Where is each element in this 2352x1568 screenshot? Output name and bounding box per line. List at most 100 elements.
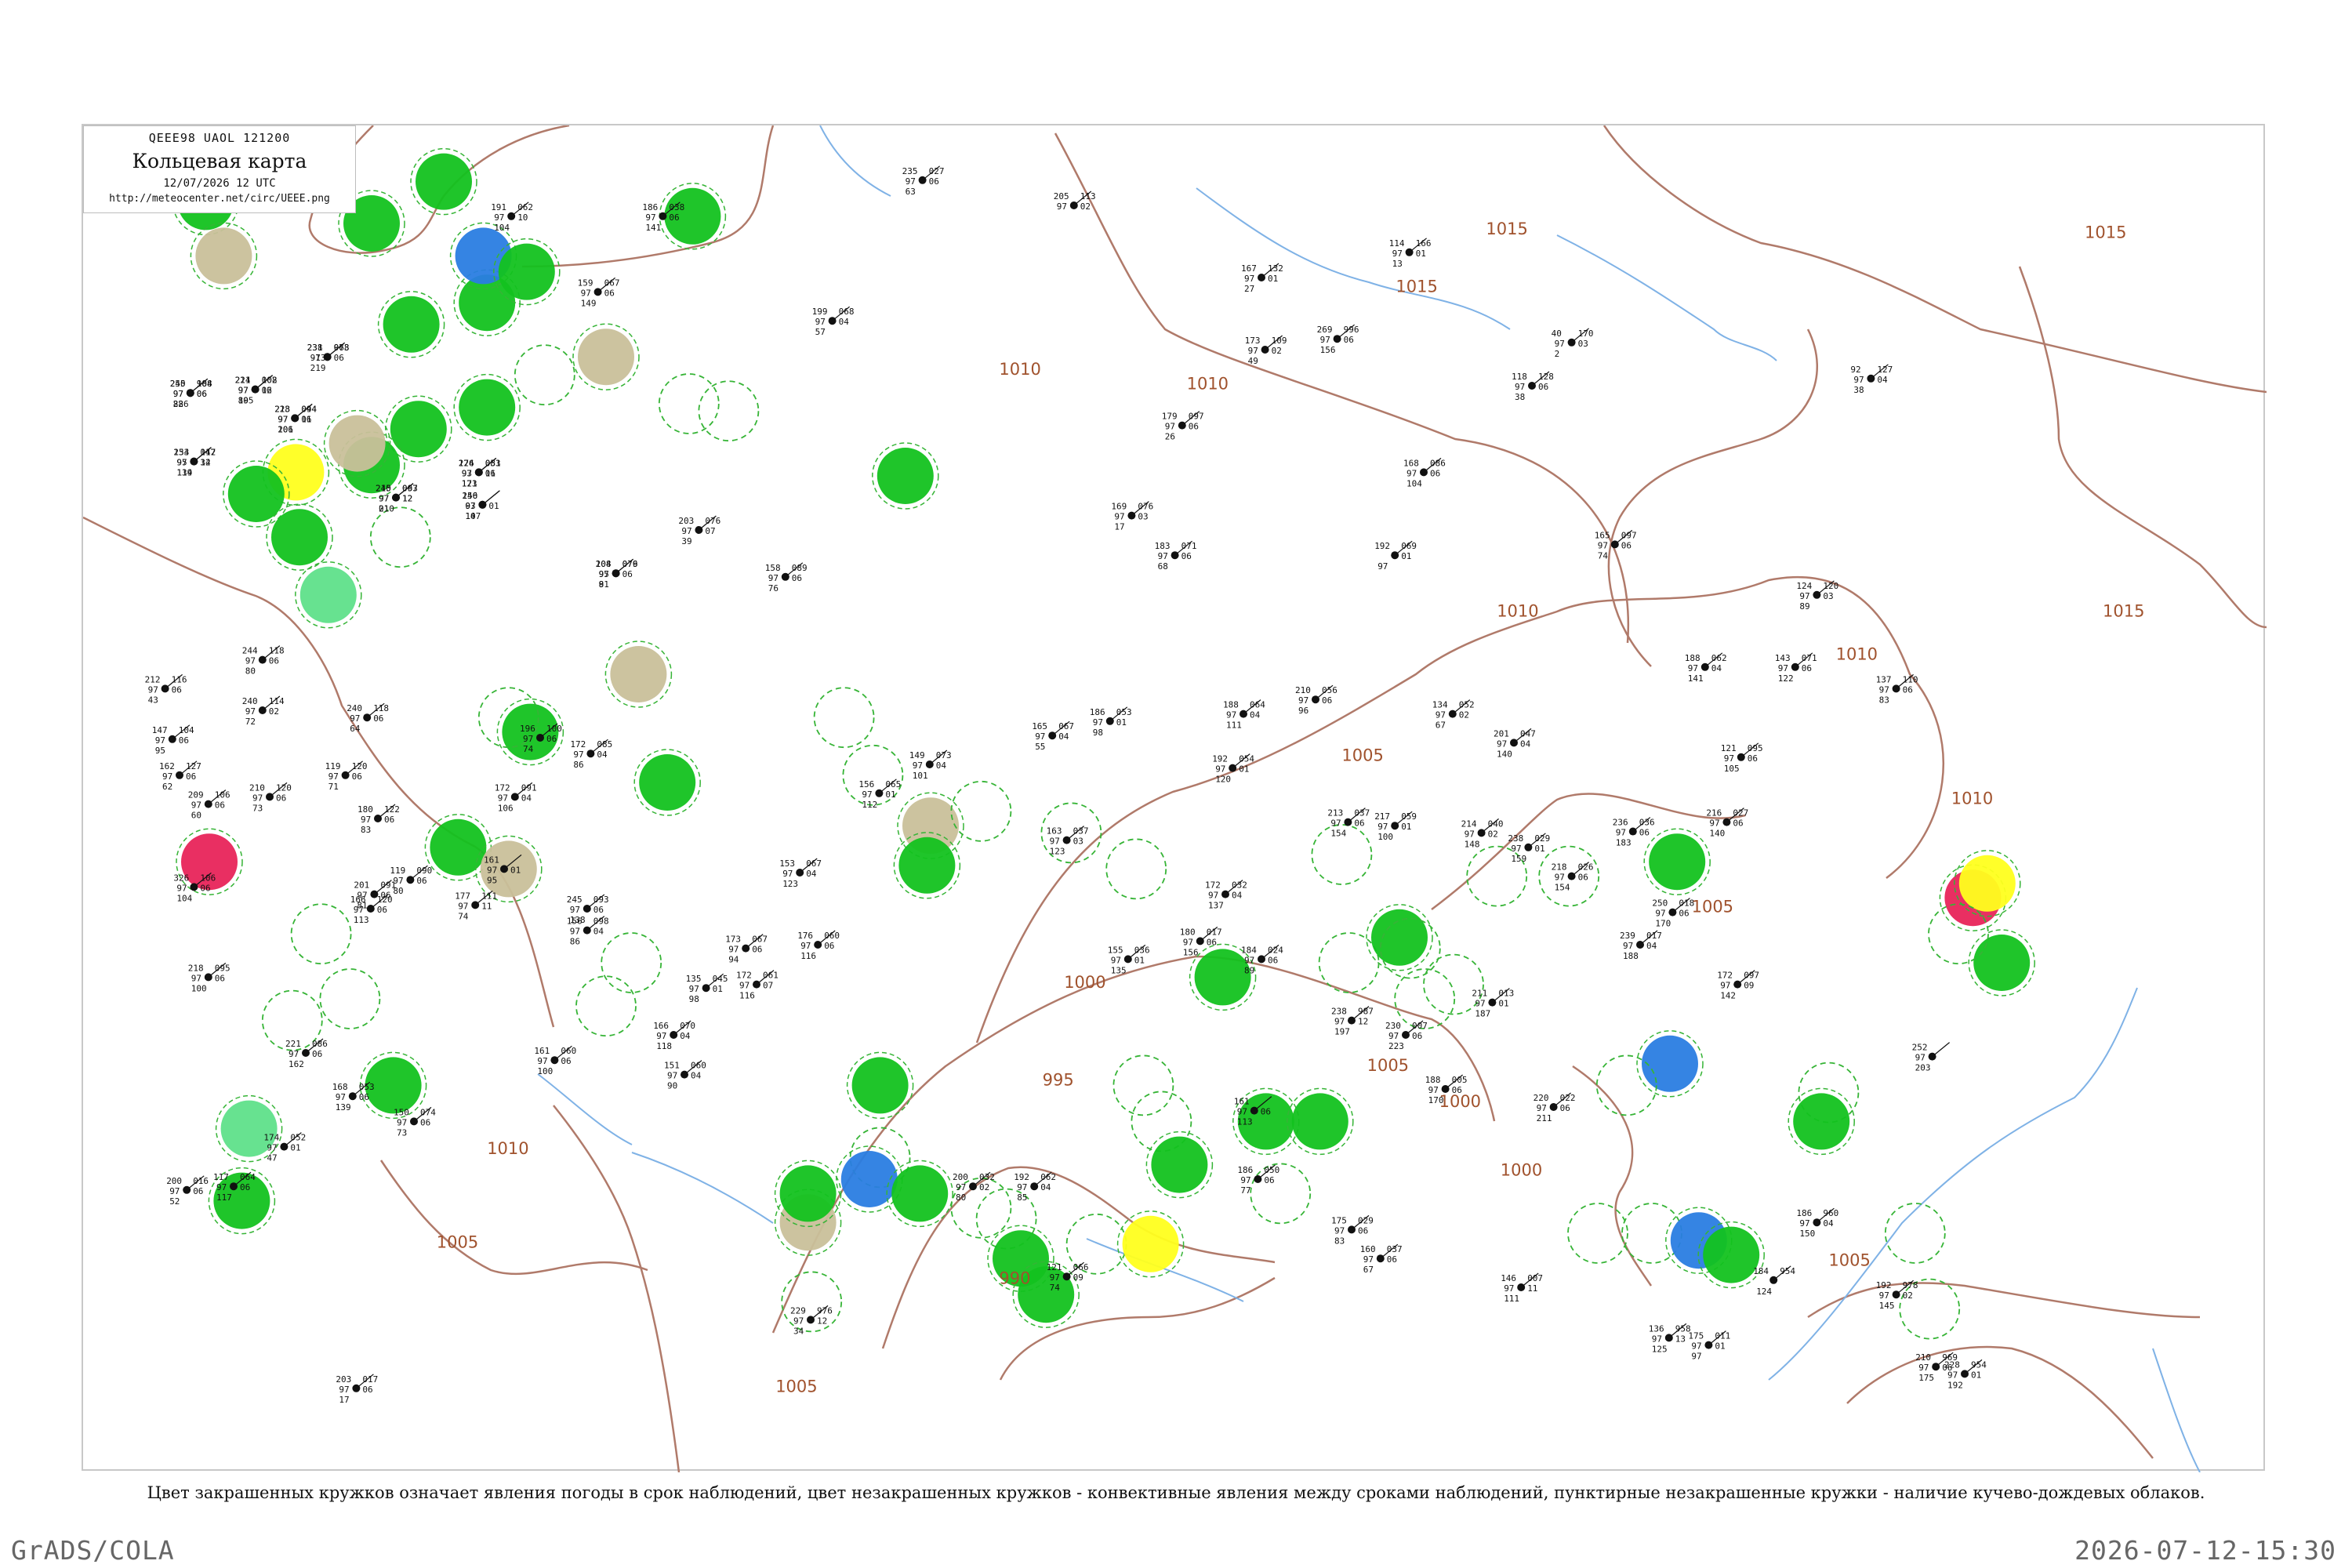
station-temp: 200 (166, 1176, 182, 1186)
station-visibility: 117 (216, 1192, 232, 1203)
legend-caption: Цвет закрашенных кружков означает явлени… (147, 1483, 2205, 1502)
station-tendency: 06 (334, 353, 344, 363)
station-plot: 218 026 97 06 154 (1552, 862, 1593, 893)
station-visibility: 162 (289, 1059, 304, 1069)
station-marker (290, 903, 352, 965)
station-visibility: 95 (155, 746, 165, 756)
station-temp: 165 (1032, 721, 1047, 731)
station-visibility: 90 (667, 1081, 677, 1091)
isobar-label: 1005 (1367, 1056, 1409, 1075)
station-plot: 180 122 97 06 83 (358, 804, 400, 835)
station-code: 97 (1720, 981, 1730, 991)
station-tendency: 06 (1181, 551, 1192, 561)
station-pressure: 037 (1354, 808, 1370, 818)
station-visibility: 64 (350, 724, 361, 734)
station-marker (1567, 1203, 1628, 1264)
station-visibility: 57 (815, 327, 826, 337)
station-visibility: 98 (1093, 728, 1103, 738)
station-pressure: 954 (1971, 1359, 1987, 1370)
station-visibility: 116 (800, 951, 816, 961)
station-pressure: 062 (1040, 1172, 1056, 1182)
station-tendency: 06 (352, 771, 362, 782)
station-pressure: 063 (402, 484, 418, 494)
station-pressure: 120 (1823, 581, 1838, 591)
map-title: Кольцевая карта (132, 150, 307, 172)
station-marker (601, 932, 662, 993)
station-pressure: 091 (521, 782, 537, 793)
station-tendency: 06 (416, 876, 426, 886)
station-temp: 203 (336, 1374, 351, 1385)
station-code: 97 (1226, 710, 1236, 720)
station-plot: 165 067 97 04 55 (1032, 720, 1074, 752)
station-pressure: 065 (885, 779, 901, 789)
station-tendency: 04 (1232, 891, 1243, 901)
station-code: 97 (176, 883, 187, 893)
station-temp: 199 (812, 307, 828, 317)
isobar-line (2018, 266, 2267, 629)
station-tendency: 06 (373, 713, 383, 724)
station-plot: 238 987 97 12 197 (1331, 1006, 1374, 1037)
station-tendency: 06 (420, 1117, 430, 1127)
station-marker (658, 373, 720, 434)
station-pressure: 118 (373, 703, 389, 713)
station-temp: 150 (394, 1107, 409, 1117)
station-plot: 169 076 97 03 17 (1111, 501, 1153, 532)
station-temp: 158 (765, 563, 781, 573)
isobar-label: 1010 (487, 1139, 528, 1158)
station-code: 97 (689, 984, 699, 994)
isobar-line (771, 955, 1496, 1334)
station-visibility: 201 (278, 424, 293, 434)
station-marker (1697, 1221, 1765, 1289)
station-temp: 166 (653, 1021, 669, 1031)
station-temp: 172 (736, 971, 752, 981)
station-temp: 188 (1685, 653, 1700, 663)
station-visibility: 140 (1497, 749, 1512, 759)
station-pressure: 052 (1459, 700, 1475, 710)
station-plot: 239 017 97 04 188 (1620, 930, 1662, 961)
station-tendency: 06 (172, 684, 182, 695)
station-plot: 211 013 97 01 187 (1472, 988, 1514, 1019)
station-visibility: 76 (768, 583, 779, 593)
station-code: 97 (815, 317, 826, 327)
station-plot: 149 073 97 04 101 (909, 750, 952, 781)
station-temp: 165 (1595, 530, 1610, 540)
station-plot: 203 076 97 07 39 (678, 515, 720, 546)
station-code: 97 (537, 1056, 547, 1066)
station-visibility: 138 (570, 915, 586, 925)
station-temp: 192 (1014, 1172, 1029, 1182)
station-code: 97 (191, 973, 201, 983)
station-visibility: 195 (238, 396, 254, 406)
station-visibility: 89 (1244, 965, 1254, 975)
station-pressure: 066 (1073, 1262, 1089, 1272)
map-title-box: QEEE98 UAOL 121200 Кольцевая карта 12/07… (83, 125, 356, 213)
station-pressure: 086 (1430, 458, 1446, 468)
station-tendency: 06 (1639, 828, 1650, 838)
station-code: 97 (1237, 1107, 1247, 1117)
station-pressure: 016 (193, 1176, 209, 1186)
station-plot: 161 060 97 06 100 (534, 1045, 576, 1076)
station-pressure: 054 (1239, 754, 1254, 764)
station-visibility: 86 (570, 937, 580, 947)
station-tendency: 09 (1073, 1272, 1083, 1283)
station-pressure: 060 (824, 931, 840, 941)
station-tendency: 06 (1733, 818, 1743, 829)
station-visibility: 223 (1388, 1041, 1404, 1051)
station-visibility: 74 (523, 744, 534, 754)
station-temp: 188 (1223, 700, 1239, 710)
station-pressure: 032 (1232, 880, 1247, 891)
station-visibility: 113 (1237, 1117, 1253, 1127)
map-url-link[interactable]: http://meteocenter.net/circ/UEEE.png (84, 193, 355, 205)
station-pressure: 132 (1268, 263, 1283, 274)
station-pressure: 029 (1534, 833, 1550, 844)
station-code: 97 (1158, 551, 1168, 561)
station-pressure: 060 (691, 1061, 706, 1071)
station-tendency: 06 (622, 569, 633, 579)
station-plot: 172 091 97 04 106 (495, 782, 537, 813)
station-tendency: 01 (713, 984, 723, 994)
station-visibility: 86 (573, 760, 583, 770)
station-tendency: 01 (1268, 274, 1278, 284)
station-plot: 167 132 97 01 27 (1241, 263, 1283, 294)
station-tendency: 12 (200, 458, 210, 468)
station-visibility: 104 (176, 893, 192, 903)
station-pressure: 076 (622, 559, 638, 569)
